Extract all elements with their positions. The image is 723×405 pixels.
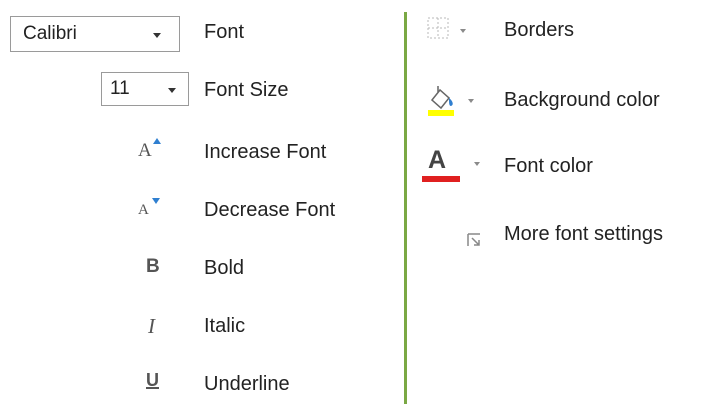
font-dropdown[interactable]: Calibri	[10, 16, 180, 52]
dialog-launcher-icon	[467, 233, 480, 246]
group-divider	[404, 12, 407, 404]
up-arrow-icon	[153, 138, 161, 144]
decrease-font-button[interactable]: A	[138, 198, 164, 224]
increase-font-icon: A	[138, 140, 152, 161]
font-label: Font	[204, 21, 245, 43]
font-color-button[interactable]: A	[422, 146, 488, 184]
chevron-down-icon	[468, 99, 474, 103]
down-arrow-icon	[152, 198, 160, 204]
more-font-settings-button[interactable]	[466, 232, 482, 248]
background-color-label: Background color	[504, 89, 660, 111]
chevron-down-icon	[168, 88, 176, 93]
italic-button[interactable]: I	[148, 314, 170, 338]
chevron-down-icon	[460, 29, 466, 33]
font-size-value: 11	[110, 78, 130, 99]
font-dropdown-value: Calibri	[23, 23, 77, 44]
borders-icon	[427, 17, 449, 39]
italic-label: Italic	[204, 315, 246, 337]
paint-bucket-icon	[428, 86, 454, 116]
underline-button[interactable]: U	[146, 370, 168, 398]
borders-label: Borders	[504, 19, 575, 41]
font-color-label: Font color	[504, 155, 593, 177]
underline-icon: U	[146, 370, 159, 390]
chevron-down-icon	[474, 162, 480, 166]
font-color-icon: A	[428, 146, 447, 174]
increase-font-button[interactable]: A	[138, 138, 164, 164]
decrease-font-label: Decrease Font	[204, 199, 336, 221]
more-font-settings-label: More font settings	[504, 223, 663, 245]
increase-font-label: Increase Font	[204, 141, 327, 163]
bold-icon: B	[146, 256, 160, 277]
chevron-down-icon	[153, 33, 161, 38]
underline-label: Underline	[204, 373, 290, 395]
background-color-button[interactable]	[424, 82, 486, 118]
borders-button[interactable]	[426, 16, 486, 42]
font-size-label: Font Size	[204, 79, 289, 101]
decrease-font-icon: A	[138, 202, 149, 218]
font-color-swatch	[422, 176, 460, 182]
bold-button[interactable]: B	[146, 256, 168, 280]
bold-label: Bold	[204, 257, 245, 279]
italic-icon: I	[148, 314, 155, 338]
font-size-dropdown[interactable]: 11	[101, 72, 189, 106]
